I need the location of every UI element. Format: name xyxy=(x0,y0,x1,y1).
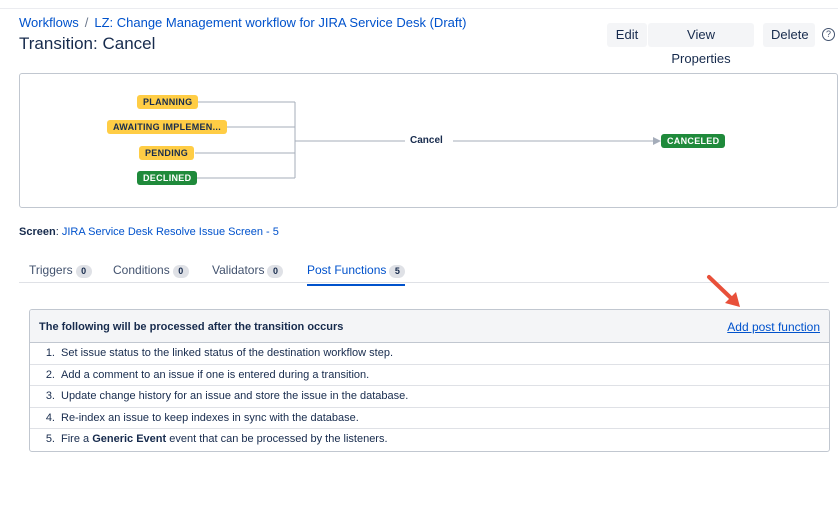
list-item: 3. Update change history for an issue and… xyxy=(30,386,829,408)
item-text-post: event that can be processed by the liste… xyxy=(166,433,388,446)
tab-label: Post Functions xyxy=(307,263,387,277)
status-pending: PENDING xyxy=(139,146,195,160)
post-functions-header: The following will be processed after th… xyxy=(30,310,829,343)
top-divider xyxy=(0,8,838,9)
tab-count: 0 xyxy=(267,265,284,278)
tab-count: 5 xyxy=(389,265,406,278)
breadcrumb-separator: / xyxy=(84,15,89,30)
item-text: Re-index an issue to keep indexes in syn… xyxy=(61,411,359,424)
list-item: 5. Fire a Generic Event event that can be… xyxy=(30,429,829,451)
item-number: 4. xyxy=(45,411,55,424)
breadcrumb-workflow-link[interactable]: LZ: Change Management workflow for JIRA … xyxy=(94,15,466,30)
edit-button[interactable]: Edit xyxy=(607,23,647,47)
connector-arrowhead xyxy=(653,137,661,145)
post-functions-table: The following will be processed after th… xyxy=(29,309,830,452)
tab-validators[interactable]: Validators 0 xyxy=(212,263,284,278)
view-properties-button[interactable]: View Properties xyxy=(648,23,754,66)
breadcrumb: Workflows / LZ: Change Management workflow… xyxy=(19,15,466,30)
status-planning: PLANNING xyxy=(137,95,199,109)
tab-label: Triggers xyxy=(29,263,73,277)
status-declined: DECLINED xyxy=(137,171,198,185)
annotation-arrow-icon xyxy=(707,275,740,307)
tab-label: Conditions xyxy=(113,263,170,277)
tab-count: 0 xyxy=(75,265,92,278)
item-text: Set issue status to the linked status of… xyxy=(61,347,394,359)
item-text: Update change history for an issue and s… xyxy=(61,390,409,403)
list-item: 1. Set issue status to the linked status … xyxy=(30,343,829,365)
add-post-function-link[interactable]: Add post function xyxy=(727,320,820,334)
transition-diagram: PLANNING AWAITING IMPLEMEN... PENDING DE… xyxy=(19,73,838,208)
tab-conditions[interactable]: Conditions 0 xyxy=(113,263,189,278)
tab-triggers[interactable]: Triggers 0 xyxy=(29,263,92,278)
tab-label: Validators xyxy=(212,263,265,277)
tab-count: 0 xyxy=(172,265,189,278)
screen-info: Screen: JIRA Service Desk Resolve Issue … xyxy=(19,226,279,238)
item-number: 2. xyxy=(45,368,55,381)
post-functions-title: The following will be processed after th… xyxy=(39,321,344,333)
screen-link[interactable]: JIRA Service Desk Resolve Issue Screen -… xyxy=(62,226,279,238)
item-number: 3. xyxy=(45,390,55,403)
transition-label: Cancel xyxy=(406,135,447,146)
delete-button[interactable]: Delete xyxy=(763,23,815,47)
list-item: 4. Re-index an issue to keep indexes in s… xyxy=(30,408,829,430)
item-number: 1. xyxy=(45,347,55,359)
tab-post-functions[interactable]: Post Functions 5 xyxy=(307,263,406,286)
item-text: Add a comment to an issue if one is ente… xyxy=(61,368,370,381)
item-text-pre: Fire a xyxy=(61,433,93,446)
list-item: 2. Add a comment to an issue if one is en… xyxy=(30,365,829,387)
status-awaiting-implementation: AWAITING IMPLEMEN... xyxy=(107,120,228,134)
screen-label: Screen xyxy=(19,226,56,238)
status-canceled: CANCELED xyxy=(661,134,726,148)
page-title: Transition: Cancel xyxy=(19,34,156,53)
help-icon[interactable]: ? xyxy=(822,28,835,41)
item-number: 5. xyxy=(45,433,55,446)
event-name: Generic Event xyxy=(92,433,167,446)
breadcrumb-workflows-link[interactable]: Workflows xyxy=(19,15,79,30)
